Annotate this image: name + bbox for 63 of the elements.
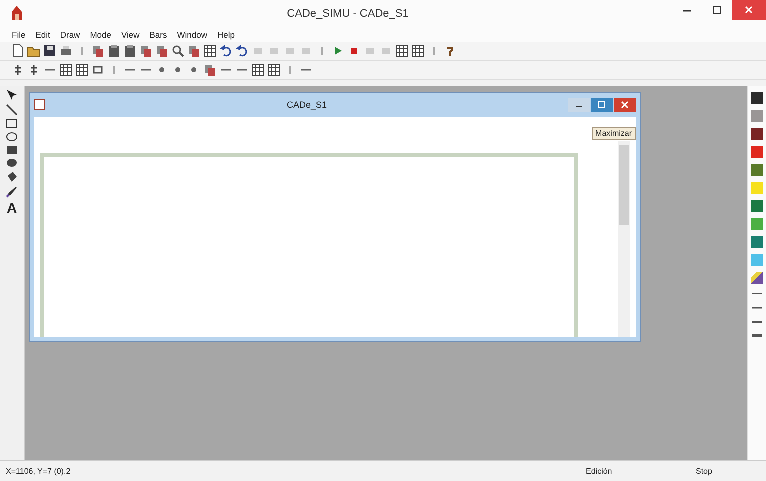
maximize-icon — [598, 101, 606, 109]
line-width-icon[interactable] — [751, 318, 763, 326]
rectangle-tool-icon[interactable] — [6, 119, 18, 129]
copy-icon[interactable] — [203, 63, 217, 77]
filled-rectangle-icon[interactable] — [6, 145, 18, 155]
color-swatch[interactable] — [751, 182, 763, 194]
menu-item[interactable]: Draw — [56, 30, 84, 40]
vertical-scrollbar[interactable] — [618, 141, 630, 337]
menu-item[interactable]: View — [117, 30, 144, 40]
line-width-icon[interactable] — [751, 332, 763, 340]
color-swatch[interactable] — [751, 110, 763, 122]
copy-icon[interactable] — [155, 44, 169, 58]
copy-icon[interactable] — [91, 44, 105, 58]
menu-item[interactable]: Help — [213, 30, 239, 40]
color-swatch[interactable] — [751, 254, 763, 266]
printer-icon[interactable] — [59, 44, 73, 58]
document-icon — [34, 99, 46, 111]
grid-icon[interactable] — [251, 63, 265, 77]
grid-icon[interactable] — [267, 63, 281, 77]
clipboard-icon[interactable] — [107, 44, 121, 58]
menu-item[interactable]: Mode — [86, 30, 116, 40]
ellipse-tool-icon[interactable] — [6, 132, 18, 142]
child-window-title: CADe_S1 — [286, 100, 328, 110]
grid-icon[interactable] — [203, 44, 217, 58]
grid-icon[interactable] — [59, 63, 73, 77]
page-icon[interactable] — [11, 44, 25, 58]
pattern-swatch-icon[interactable] — [751, 272, 763, 284]
zoom-icon[interactable] — [171, 44, 185, 58]
color-swatch[interactable] — [751, 236, 763, 248]
undo-icon[interactable] — [235, 44, 249, 58]
pen-icon[interactable] — [6, 186, 18, 198]
menu-item[interactable]: Edit — [32, 30, 54, 40]
grid-icon[interactable] — [395, 44, 409, 58]
text-tool[interactable]: A — [6, 201, 18, 215]
arrow-cursor-icon[interactable] — [6, 89, 18, 101]
mode-indicator: Edición — [586, 466, 614, 476]
color-swatch[interactable] — [751, 128, 763, 140]
grid-icon[interactable] — [75, 63, 89, 77]
menu-item[interactable]: Bars — [146, 30, 172, 40]
cursor-coordinates: X=1106, Y=7 (0).2 — [6, 466, 72, 476]
menu-item[interactable]: Window — [173, 30, 212, 40]
window-title: CADe_SIMU - CADe_S1 — [286, 8, 410, 20]
menu-item[interactable]: File — [8, 30, 30, 40]
close-button[interactable] — [732, 0, 766, 20]
grid-icon[interactable] — [411, 44, 425, 58]
maximize-icon — [712, 5, 722, 15]
close-icon — [744, 5, 754, 15]
clipboard-icon[interactable] — [123, 44, 137, 58]
close-icon — [621, 101, 629, 109]
tooltip: Maximizar — [592, 127, 636, 140]
undo-icon[interactable] — [219, 44, 233, 58]
simulation-state: Stop — [696, 466, 714, 476]
app-logo-icon — [10, 5, 24, 21]
copy-icon[interactable] — [187, 44, 201, 58]
color-swatch[interactable] — [751, 92, 763, 104]
close-button[interactable] — [614, 98, 636, 112]
line-tool-icon[interactable] — [6, 104, 18, 116]
color-swatch[interactable] — [751, 164, 763, 176]
filled-ellipse-icon[interactable] — [6, 158, 18, 168]
color-swatch[interactable] — [751, 200, 763, 212]
copy-icon[interactable] — [139, 44, 153, 58]
color-swatch[interactable] — [751, 146, 763, 158]
color-swatch[interactable] — [751, 218, 763, 230]
